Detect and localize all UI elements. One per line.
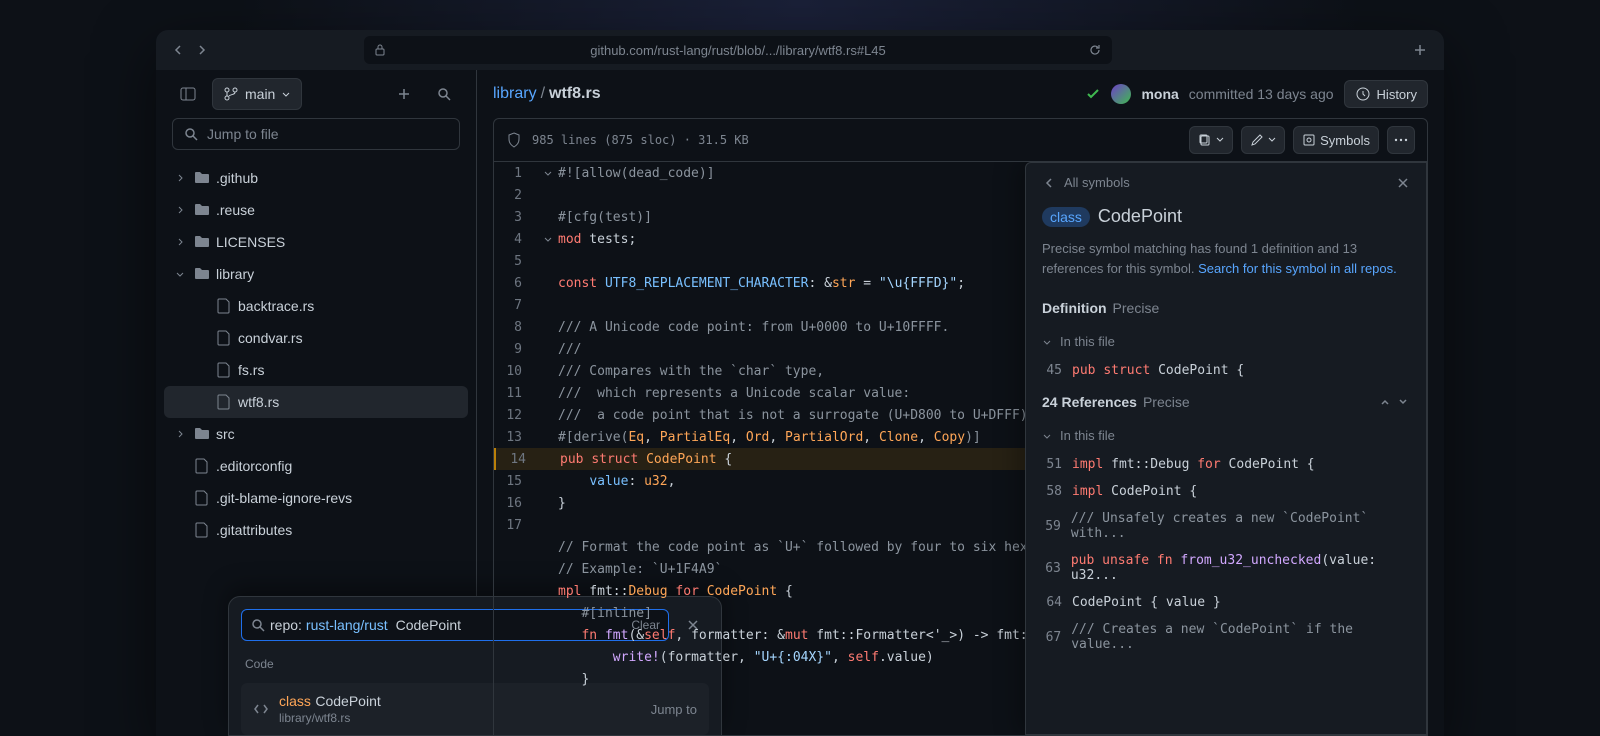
chevron-down-icon	[1042, 337, 1052, 347]
symbols-button[interactable]: Symbols	[1293, 126, 1379, 154]
avatar[interactable]	[1111, 84, 1131, 104]
code-viewer[interactable]: 1#![allow(dead_code)]23#[cfg(test)]4mod …	[493, 162, 1428, 736]
browser-chrome: github.com/rust-lang/rust/blob/.../libra…	[156, 30, 1444, 70]
symbol-name: CodePoint	[1098, 206, 1182, 227]
url-text: github.com/rust-lang/rust/blob/.../libra…	[590, 43, 886, 58]
chevron-down-icon	[1042, 431, 1052, 441]
next-ref-button[interactable]	[1396, 395, 1410, 409]
search-icon	[183, 126, 199, 142]
definition-file-group[interactable]: In this file	[1026, 326, 1426, 357]
shield-icon	[506, 132, 522, 148]
tree-item-backtrace-rs[interactable]: backtrace.rs	[164, 290, 468, 322]
reference-row[interactable]: 59/// Unsafely creates a new `CodePoint`…	[1026, 505, 1426, 547]
reference-row[interactable]: 63pub unsafe fn from_u32_unchecked(value…	[1026, 547, 1426, 589]
branch-name: main	[245, 86, 275, 102]
tree-item--gitattributes[interactable]: .gitattributes	[164, 514, 468, 546]
breadcrumb: library/wtf8.rs	[493, 85, 601, 103]
reference-row[interactable]: 67/// Creates a new `CodePoint` if the v…	[1026, 616, 1426, 658]
all-symbols-link[interactable]: All symbols	[1064, 175, 1130, 190]
tree-item--editorconfig[interactable]: .editorconfig	[164, 450, 468, 482]
chevron-down-icon	[1216, 136, 1224, 144]
search-tree-button[interactable]	[428, 78, 460, 110]
check-icon	[1085, 86, 1101, 102]
reload-icon[interactable]	[1088, 43, 1102, 57]
new-tab-button[interactable]	[1408, 43, 1432, 57]
file-stats: 985 lines (875 sloc) · 31.5 KB	[532, 133, 749, 147]
symbol-kind-badge: class	[1042, 207, 1090, 227]
author[interactable]: mona	[1141, 86, 1178, 102]
breadcrumb-dir[interactable]: library	[493, 85, 537, 102]
prev-ref-button[interactable]	[1378, 395, 1392, 409]
search-icon	[250, 617, 266, 633]
tree-item-LICENSES[interactable]: LICENSES	[164, 226, 468, 258]
back-arrow-icon[interactable]	[1042, 176, 1056, 190]
forward-button[interactable]	[192, 40, 212, 60]
reference-row[interactable]: 64CodePoint { value }	[1026, 589, 1426, 616]
chevron-down-icon	[1268, 136, 1276, 144]
collapse-sidebar-button[interactable]	[172, 78, 204, 110]
tree-item-condvar-rs[interactable]: condvar.rs	[164, 322, 468, 354]
tree-item--github[interactable]: .github	[164, 162, 468, 194]
branch-icon	[223, 86, 239, 102]
lock-icon	[374, 44, 386, 56]
url-bar[interactable]: github.com/rust-lang/rust/blob/.../libra…	[364, 36, 1112, 64]
commit-message: committed 13 days ago	[1189, 86, 1334, 102]
add-file-button[interactable]	[388, 78, 420, 110]
breadcrumb-file: wtf8.rs	[549, 85, 601, 102]
reference-row[interactable]: 58impl CodePoint {	[1026, 478, 1426, 505]
tree-item-wtf8-rs[interactable]: wtf8.rs	[164, 386, 468, 418]
chevron-down-icon	[281, 89, 291, 99]
symbol-description: Precise symbol matching has found 1 defi…	[1026, 239, 1426, 290]
tree-item-src[interactable]: src	[164, 418, 468, 450]
definition-row[interactable]: 45 pub struct CodePoint {	[1026, 357, 1426, 384]
tree-item-fs-rs[interactable]: fs.rs	[164, 354, 468, 386]
tree-item--git-blame-ignore-revs[interactable]: .git-blame-ignore-revs	[164, 482, 468, 514]
branch-selector[interactable]: main	[212, 78, 302, 110]
copy-button[interactable]	[1189, 126, 1233, 154]
back-button[interactable]	[168, 40, 188, 60]
tree-item-library[interactable]: library	[164, 258, 468, 290]
code-icon	[253, 701, 269, 717]
jump-to-file-input[interactable]: Jump to file	[172, 118, 460, 150]
history-button[interactable]: History	[1344, 80, 1428, 108]
file-info-bar: 985 lines (875 sloc) · 31.5 KB Symbols	[493, 118, 1428, 162]
tree-item--reuse[interactable]: .reuse	[164, 194, 468, 226]
close-panel-button[interactable]	[1396, 176, 1410, 190]
search-all-repos-link[interactable]: Search for this symbol in all repos.	[1198, 261, 1397, 276]
file-tree-sidebar: main Jump to file .github.reuseLICENSESl…	[156, 70, 477, 736]
reference-row[interactable]: 51impl fmt::Debug for CodePoint {	[1026, 451, 1426, 478]
jump-placeholder: Jump to file	[207, 126, 279, 142]
references-file-group[interactable]: In this file	[1026, 420, 1426, 451]
symbols-panel: All symbols class CodePoint Precise symb…	[1025, 162, 1427, 735]
more-button[interactable]	[1387, 126, 1415, 154]
edit-button[interactable]	[1241, 126, 1285, 154]
history-icon	[1355, 86, 1371, 102]
